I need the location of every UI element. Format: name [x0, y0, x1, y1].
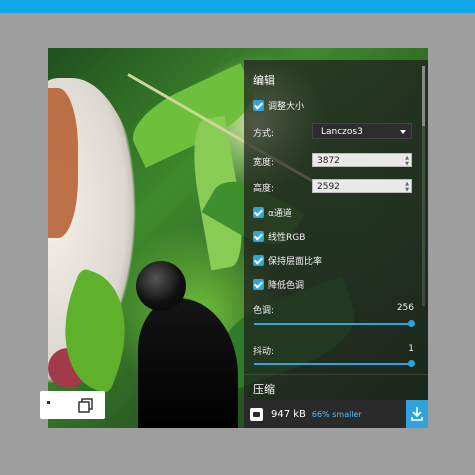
section-title-compress: 压缩: [253, 383, 275, 396]
top-accent-bar: [0, 0, 475, 13]
chevron-down-icon: [400, 130, 406, 134]
height-value: 2592: [317, 182, 340, 192]
animal-mouth: [138, 298, 238, 428]
dither-value: 1: [408, 344, 414, 354]
colors-slider-thumb[interactable]: [407, 320, 415, 327]
checkbox-alpha[interactable]: [253, 207, 264, 218]
width-value: 3872: [317, 156, 340, 166]
width-input[interactable]: 3872 ▲ ▼: [312, 153, 412, 167]
dither-slider-thumb[interactable]: [407, 360, 415, 367]
resize-checkbox-row[interactable]: 调整大小: [253, 99, 304, 112]
height-input[interactable]: 2592 ▲ ▼: [312, 179, 412, 193]
spinner-icon[interactable]: ▲ ▼: [405, 181, 409, 193]
scrollbar-thumb[interactable]: [422, 66, 425, 126]
panel-scrollbar[interactable]: [422, 66, 425, 306]
method-select-value: Lanczos3: [321, 127, 363, 137]
colors-label: 色调:: [253, 306, 275, 316]
checkbox-reduce-palette[interactable]: [253, 279, 264, 290]
reduce-palette-label: 降低色调: [268, 281, 305, 291]
colors-slider[interactable]: [254, 320, 415, 327]
reduce-palette-checkbox-row[interactable]: 降低色调: [253, 278, 304, 291]
keep-ratio-checkbox-row[interactable]: 保持层面比率: [253, 254, 322, 267]
leaf-shape: [122, 63, 264, 168]
dither-slider[interactable]: [254, 360, 415, 367]
download-icon: [411, 407, 423, 421]
checkbox-keep-ratio[interactable]: [253, 255, 264, 266]
method-label: 方式:: [253, 129, 275, 139]
alpha-label: α通道: [268, 209, 292, 219]
dots-icon: [47, 401, 50, 404]
spinner-icon[interactable]: ▲ ▼: [405, 155, 409, 167]
keep-ratio-label: 保持层面比率: [268, 257, 323, 267]
animal-fur-red: [48, 88, 78, 238]
image-file-icon: [250, 407, 263, 421]
copy-icon: [78, 398, 93, 413]
status-bar: 947 kB 66% smaller: [244, 400, 428, 428]
linear-rgb-label: 线性RGB: [268, 233, 306, 243]
checkbox-resize[interactable]: [253, 100, 264, 111]
section-title-edit: 编辑: [253, 74, 275, 87]
width-label: 宽度:: [253, 158, 275, 168]
divider: [244, 374, 428, 375]
linear-rgb-checkbox-row[interactable]: 线性RGB: [253, 230, 305, 243]
file-size: 947 kB: [271, 408, 306, 420]
checkbox-linear-rgb[interactable]: [253, 231, 264, 242]
height-label: 高度:: [253, 184, 275, 194]
method-select[interactable]: Lanczos3: [312, 123, 412, 139]
savings-text: 66% smaller: [311, 409, 362, 419]
colors-value: 256: [396, 303, 414, 313]
alpha-checkbox-row[interactable]: α通道: [253, 206, 292, 219]
copy-settings-button[interactable]: [68, 391, 105, 419]
dither-label: 抖动:: [253, 347, 275, 357]
resize-label: 调整大小: [268, 102, 305, 112]
animal-nose: [136, 261, 186, 311]
options-panel: 编辑 调整大小 方式: Lanczos3 宽度: 3872 ▲ ▼ 高度: 259…: [244, 60, 428, 428]
download-button[interactable]: [406, 400, 428, 428]
